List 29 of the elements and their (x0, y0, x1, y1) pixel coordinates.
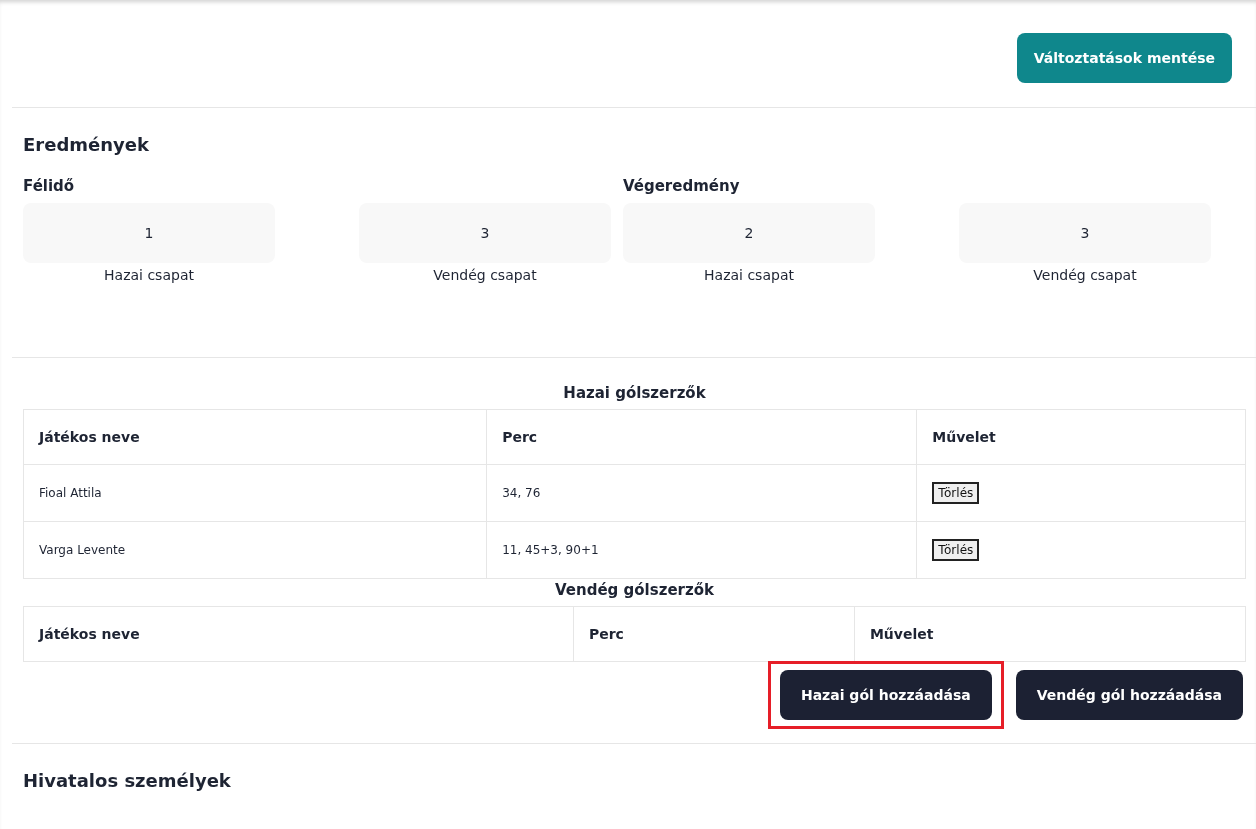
table-title: Vendég gólszerzők (554, 581, 715, 599)
score-field[interactable]: 3 (959, 203, 1211, 263)
add-goal-button[interactable]: Vendég gól hozzáadása (1015, 670, 1243, 720)
table-cell: Fioal Attila (23, 464, 487, 522)
section-title: Eredmények (23, 133, 150, 155)
score-field[interactable]: 2 (623, 203, 875, 263)
column-header: Művelet (916, 409, 1246, 465)
save-changes-button[interactable]: Változtatások mentése (1016, 33, 1232, 83)
score-field[interactable]: 3 (359, 203, 611, 263)
delete-button[interactable]: Törlés (932, 539, 980, 561)
add-goal-button[interactable]: Hazai gól hozzáadása (779, 670, 992, 720)
score-group-title: Végeredmény (623, 177, 741, 195)
section-title: Hivatalos személyek (23, 769, 232, 791)
column-header: Játékos neve (23, 409, 487, 465)
table-title: Hazai gólszerzők (562, 384, 707, 402)
delete-button[interactable]: Törlés (932, 482, 980, 504)
column-header: Művelet (854, 606, 1246, 662)
score-label: Hazai csapat (704, 267, 794, 283)
table-cell: Varga Levente (23, 521, 487, 579)
table-cell: 11, 45+3, 90+1 (486, 521, 917, 579)
table-cell: 34, 76 (486, 464, 917, 522)
score-label: Vendég csapat (1033, 267, 1137, 283)
column-header: Perc (573, 606, 855, 662)
score-field[interactable]: 1 (23, 203, 275, 263)
column-header: Perc (486, 409, 917, 465)
column-header: Játékos neve (23, 606, 574, 662)
score-group-title: Félidő (23, 177, 76, 195)
score-label: Hazai csapat (104, 267, 194, 283)
score-label: Vendég csapat (433, 267, 537, 283)
